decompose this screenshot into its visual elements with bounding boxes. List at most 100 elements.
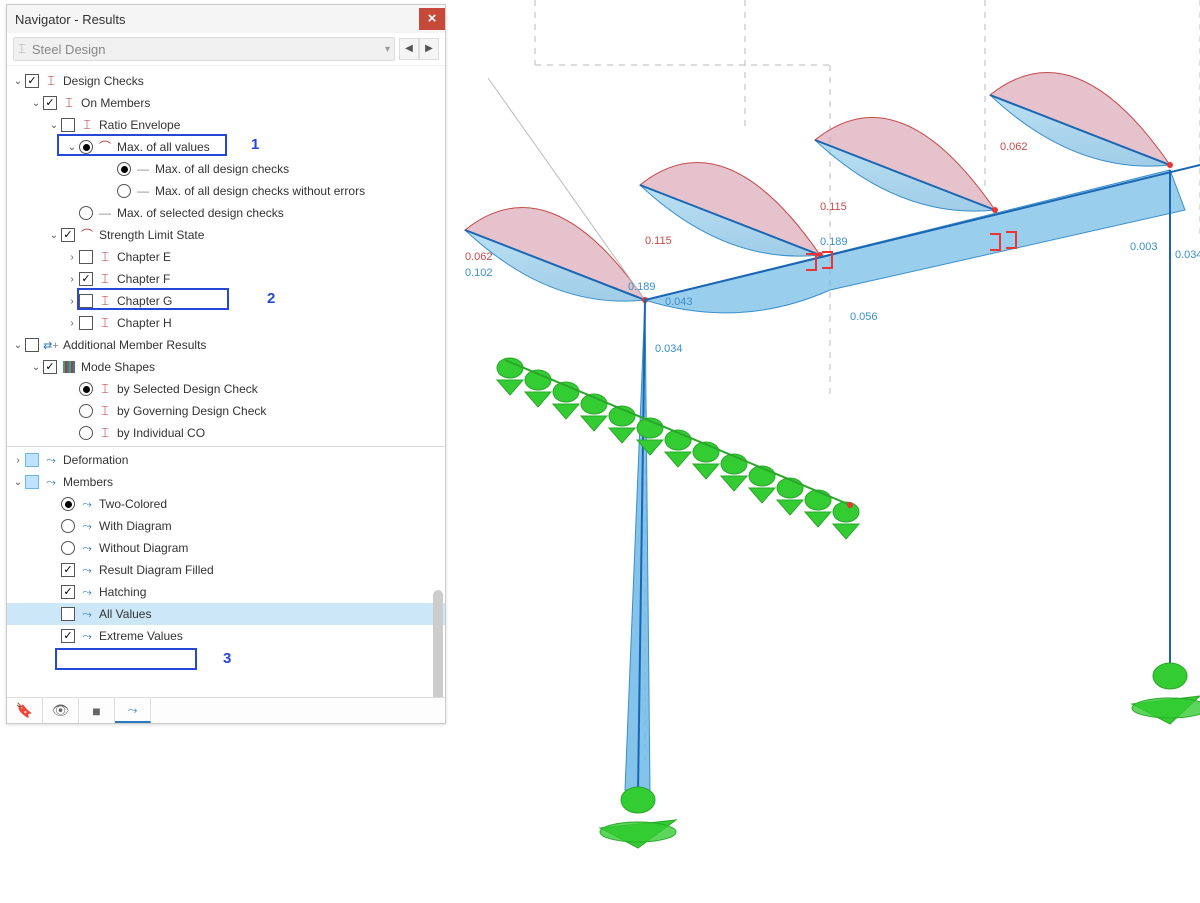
tree-item-deformation[interactable]: › Deformation bbox=[7, 449, 445, 471]
sym-icon bbox=[79, 541, 95, 556]
tree-item-max-all-dc-noerr[interactable]: Max. of all design checks without errors bbox=[7, 180, 445, 202]
label-0115b: 0.115 bbox=[820, 201, 847, 213]
tree-label: by Governing Design Check bbox=[117, 404, 266, 418]
viewport-3d[interactable]: 0.062 0.102 0.115 0.189 0.115 0.189 0.06… bbox=[450, 0, 1200, 900]
expand-icon[interactable]: › bbox=[65, 318, 79, 329]
scrollbar[interactable] bbox=[433, 590, 443, 697]
tree-item-sls[interactable]: ⌄ Strength Limit State bbox=[7, 224, 445, 246]
radio[interactable] bbox=[61, 497, 75, 511]
sym-icon bbox=[79, 629, 95, 644]
arch-icon bbox=[79, 227, 95, 244]
checkbox[interactable] bbox=[43, 96, 57, 110]
checkbox[interactable] bbox=[79, 316, 93, 330]
tree-item-max-sel-dc[interactable]: Max. of selected design checks bbox=[7, 202, 445, 224]
checkbox[interactable] bbox=[25, 475, 39, 489]
radio[interactable] bbox=[61, 519, 75, 533]
tree-item-two-colored[interactable]: Two-Colored bbox=[7, 493, 445, 515]
tree-label: Mode Shapes bbox=[81, 360, 155, 374]
beam-icon bbox=[97, 381, 113, 397]
tree-item-by-sel[interactable]: by Selected Design Check bbox=[7, 378, 445, 400]
tree-label: Max. of all values bbox=[117, 140, 210, 154]
radio[interactable] bbox=[79, 206, 93, 220]
checkbox[interactable] bbox=[25, 74, 39, 88]
expand-icon[interactable]: › bbox=[65, 274, 79, 285]
tree-item-ch-f[interactable]: › Chapter F bbox=[7, 268, 445, 290]
tree-item-hatching[interactable]: Hatching bbox=[7, 581, 445, 603]
footer-tab-camera[interactable]: ■ bbox=[79, 698, 115, 723]
tree-item-max-all-dc[interactable]: Max. of all design checks bbox=[7, 158, 445, 180]
beam-icon bbox=[97, 403, 113, 419]
tree-label: Two-Colored bbox=[99, 497, 167, 511]
tree-item-by-gov[interactable]: by Governing Design Check bbox=[7, 400, 445, 422]
label-0062a: 0.062 bbox=[465, 251, 493, 263]
close-button[interactable]: × bbox=[419, 8, 445, 30]
tree-label: by Individual CO bbox=[117, 426, 205, 440]
checkbox[interactable] bbox=[79, 272, 93, 286]
checkbox[interactable] bbox=[61, 228, 75, 242]
prev-button[interactable]: ◀ bbox=[399, 38, 419, 60]
beam-icon bbox=[79, 117, 95, 133]
checkbox[interactable] bbox=[61, 563, 75, 577]
stripes-icon bbox=[61, 361, 77, 373]
tree-item-ch-h[interactable]: › Chapter H bbox=[7, 312, 445, 334]
checkbox[interactable] bbox=[25, 338, 39, 352]
checkbox[interactable] bbox=[43, 360, 57, 374]
tree-label: by Selected Design Check bbox=[117, 382, 258, 396]
radio[interactable] bbox=[79, 404, 93, 418]
tree-item-ratio-envelope[interactable]: ⌄ Ratio Envelope bbox=[7, 114, 445, 136]
expand-icon[interactable]: › bbox=[11, 455, 25, 466]
expand-icon[interactable]: › bbox=[65, 252, 79, 263]
footer-tab-results[interactable] bbox=[115, 698, 151, 723]
checkbox[interactable] bbox=[61, 629, 75, 643]
radio[interactable] bbox=[61, 541, 75, 555]
checkbox[interactable] bbox=[79, 250, 93, 264]
tree-item-with-diag[interactable]: With Diagram bbox=[7, 515, 445, 537]
module-combo[interactable]: Steel Design ▾ bbox=[13, 37, 395, 61]
footer-tab-bookmark[interactable]: 🔖 bbox=[7, 698, 43, 723]
tree-item-ch-e[interactable]: › Chapter E bbox=[7, 246, 445, 268]
label-0115a: 0.115 bbox=[645, 235, 672, 247]
dash-icon bbox=[97, 206, 113, 220]
expand-icon[interactable]: ⌄ bbox=[11, 477, 25, 488]
expand-icon[interactable]: ⌄ bbox=[65, 142, 79, 153]
tree-item-extreme-values[interactable]: Extreme Values bbox=[7, 625, 445, 647]
checkbox[interactable] bbox=[61, 118, 75, 132]
checkbox[interactable] bbox=[79, 294, 93, 308]
highlight-2-number: 2 bbox=[267, 290, 275, 307]
expand-icon[interactable]: ⌄ bbox=[11, 76, 25, 87]
radio[interactable] bbox=[79, 426, 93, 440]
module-combo-label: Steel Design bbox=[32, 42, 106, 57]
expand-icon[interactable]: ⌄ bbox=[29, 98, 43, 109]
checkbox[interactable] bbox=[25, 453, 39, 467]
expand-icon[interactable]: ⌄ bbox=[47, 230, 61, 241]
tree-item-on-members[interactable]: ⌄ On Members bbox=[7, 92, 445, 114]
tree-label: Deformation bbox=[63, 453, 128, 467]
tree-item-by-ind[interactable]: by Individual CO bbox=[7, 422, 445, 444]
radio[interactable] bbox=[117, 162, 131, 176]
checkbox[interactable] bbox=[61, 585, 75, 599]
tree-item-ch-g[interactable]: › Chapter G bbox=[7, 290, 445, 312]
tree-item-max-all-values[interactable]: ⌄ Max. of all values bbox=[7, 136, 445, 158]
tree-label: Hatching bbox=[99, 585, 146, 599]
tree-item-mode-shapes[interactable]: ⌄ Mode Shapes bbox=[7, 356, 445, 378]
radio[interactable] bbox=[79, 382, 93, 396]
footer-tab-eye[interactable]: 👁 bbox=[43, 698, 79, 723]
tree-item-all-values[interactable]: All Values bbox=[7, 603, 445, 625]
expand-icon[interactable]: ⌄ bbox=[47, 120, 61, 131]
expand-icon[interactable]: ⌄ bbox=[29, 362, 43, 373]
radio[interactable] bbox=[117, 184, 131, 198]
next-button[interactable]: ▶ bbox=[419, 38, 439, 60]
expand-icon[interactable]: ⌄ bbox=[11, 340, 25, 351]
tree-item-without-diag[interactable]: Without Diagram bbox=[7, 537, 445, 559]
titlebar: Navigator - Results × bbox=[7, 5, 445, 33]
expand-icon[interactable]: › bbox=[65, 296, 79, 307]
tree-item-result-filled[interactable]: Result Diagram Filled bbox=[7, 559, 445, 581]
beam-icon bbox=[97, 249, 113, 265]
radio[interactable] bbox=[79, 140, 93, 154]
tree-item-design-checks[interactable]: ⌄ Design Checks bbox=[7, 70, 445, 92]
label-0062b: 0.062 bbox=[1000, 141, 1028, 153]
tree-item-members[interactable]: ⌄ Members bbox=[7, 471, 445, 493]
checkbox[interactable] bbox=[61, 607, 75, 621]
tree-item-add-member[interactable]: ⌄ Additional Member Results bbox=[7, 334, 445, 356]
tree-label: On Members bbox=[81, 96, 150, 110]
